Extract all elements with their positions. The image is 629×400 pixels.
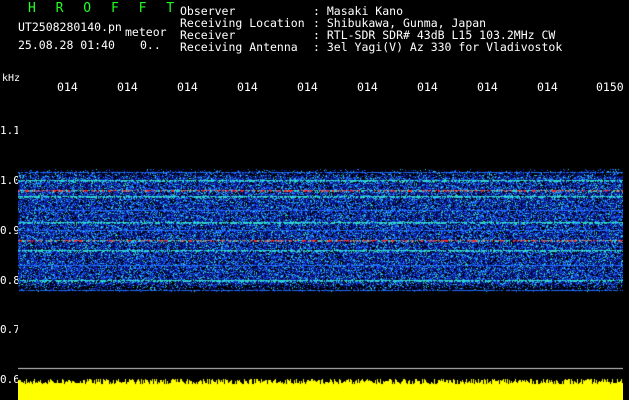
frequency-unit-label: kHz bbox=[2, 73, 21, 84]
software-label: meteor bbox=[125, 25, 167, 39]
detection-count: 0.. bbox=[140, 38, 161, 52]
time-tick-label: 014 bbox=[177, 80, 198, 94]
time-tick-label: 014 bbox=[237, 80, 258, 94]
info-value: : 3el Yagi(V) Az 330 for Vladivostok bbox=[313, 40, 563, 54]
freq-label: 0.6 bbox=[0, 373, 20, 386]
time-tick-label: 014 bbox=[57, 80, 78, 94]
time-tick-label: 014 bbox=[417, 80, 438, 94]
freq-label: 0.9 bbox=[0, 224, 20, 237]
info-row-antenna: Receiving Antenna : 3el Yagi(V) Az 330 fo… bbox=[180, 41, 562, 53]
observation-datetime: 25.08.28 01:40 bbox=[18, 38, 115, 52]
freq-label: 0.8 bbox=[0, 274, 20, 287]
freq-label: 1.1 bbox=[0, 124, 20, 137]
time-tick-label: 014 bbox=[357, 80, 378, 94]
time-tick-label: 014 bbox=[477, 80, 498, 94]
freq-label: 0.7 bbox=[0, 323, 20, 336]
file-name: UT2508280140.pn bbox=[18, 20, 122, 34]
freq-label: 1.0 bbox=[0, 174, 20, 187]
spectrogram-waterfall bbox=[18, 100, 623, 400]
info-label: Receiving Antenna bbox=[180, 40, 298, 54]
time-tick-label: 014 bbox=[117, 80, 138, 94]
time-tick-label: 014 bbox=[537, 80, 558, 94]
time-tick-label: 0150 bbox=[596, 80, 624, 94]
app-title: H R O F F T bbox=[28, 1, 181, 16]
time-tick-label: 014 bbox=[297, 80, 318, 94]
